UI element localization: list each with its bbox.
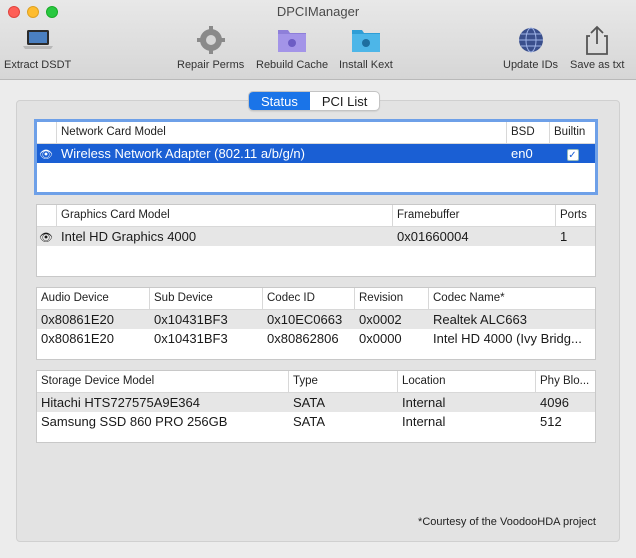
audio-subdevice-header[interactable]: Sub Device: [150, 288, 263, 309]
titlebar: DPCIManager Extract DSDT Repair Perms Re…: [0, 0, 636, 80]
storage-type-header[interactable]: Type: [289, 371, 398, 392]
audio-table-header: Audio Device Sub Device Codec ID Revisio…: [37, 288, 595, 310]
table-row[interactable]: 👁 Wireless Network Adapter (802.11 a/b/g…: [37, 144, 595, 163]
eye-icon[interactable]: 👁: [37, 229, 55, 246]
eye-column-header: [37, 122, 57, 143]
install-kext-button[interactable]: Install Kext: [339, 24, 393, 71]
footer-note: *Courtesy of the VoodooHDA project: [418, 516, 596, 528]
tab-pci-list[interactable]: PCI List: [310, 92, 380, 110]
eye-icon[interactable]: 👁: [37, 146, 55, 163]
window-title: DPCIManager: [276, 4, 360, 19]
update-ids-button[interactable]: Update IDs: [503, 24, 558, 71]
gear-icon: [193, 24, 229, 56]
audio-codecname-header[interactable]: Codec Name*: [429, 288, 595, 309]
table-row[interactable]: Hitachi HTS727575A9E364 SATA Internal 40…: [37, 393, 595, 412]
network-bsd-header[interactable]: BSD: [507, 122, 550, 143]
table-row[interactable]: 👁 Intel HD Graphics 4000 0x01660004 1: [37, 227, 595, 246]
app-window: DPCIManager Extract DSDT Repair Perms Re…: [0, 0, 636, 558]
storage-table[interactable]: Storage Device Model Type Location Phy B…: [36, 370, 596, 443]
graphics-framebuffer-header[interactable]: Framebuffer: [393, 205, 556, 226]
table-row[interactable]: Samsung SSD 860 PRO 256GB SATA Internal …: [37, 412, 595, 431]
graphics-table-header: Graphics Card Model Framebuffer Ports: [37, 205, 595, 227]
folder-kext-icon: [348, 24, 384, 56]
audio-codecid-header[interactable]: Codec ID: [263, 288, 355, 309]
folder-gear-icon: [274, 24, 310, 56]
storage-location-header[interactable]: Location: [398, 371, 536, 392]
save-as-txt-button[interactable]: Save as txt: [570, 24, 624, 71]
eye-column-header: [37, 205, 57, 226]
graphics-table[interactable]: Graphics Card Model Framebuffer Ports 👁 …: [36, 204, 596, 277]
network-model-header[interactable]: Network Card Model: [57, 122, 507, 143]
audio-table[interactable]: Audio Device Sub Device Codec ID Revisio…: [36, 287, 596, 360]
graphics-ports-header[interactable]: Ports: [556, 205, 595, 226]
storage-model-header[interactable]: Storage Device Model: [37, 371, 289, 392]
tab-status[interactable]: Status: [249, 92, 310, 110]
globe-icon: [513, 24, 549, 56]
table-row[interactable]: 0x80861E20 0x10431BF3 0x10EC0663 0x0002 …: [37, 310, 595, 329]
table-row[interactable]: 0x80861E20 0x10431BF3 0x80862806 0x0000 …: [37, 329, 595, 348]
view-tabs: Status PCI List: [248, 91, 381, 111]
audio-device-header[interactable]: Audio Device: [37, 288, 150, 309]
rebuild-cache-button[interactable]: Rebuild Cache: [256, 24, 328, 71]
network-table[interactable]: Network Card Model BSD Builtin 👁 Wireles…: [34, 119, 598, 195]
graphics-model-header[interactable]: Graphics Card Model: [57, 205, 393, 226]
share-icon: [579, 24, 615, 56]
audio-revision-header[interactable]: Revision: [355, 288, 429, 309]
laptop-icon: [20, 24, 56, 56]
storage-block-header[interactable]: Phy Blo...: [536, 371, 595, 392]
network-builtin-header[interactable]: Builtin: [550, 122, 595, 143]
builtin-checkbox[interactable]: ✓: [566, 148, 579, 161]
network-table-header: Network Card Model BSD Builtin: [37, 122, 595, 144]
repair-perms-button[interactable]: Repair Perms: [177, 24, 244, 71]
extract-dsdt-button[interactable]: Extract DSDT: [4, 24, 71, 71]
storage-table-header: Storage Device Model Type Location Phy B…: [37, 371, 595, 393]
